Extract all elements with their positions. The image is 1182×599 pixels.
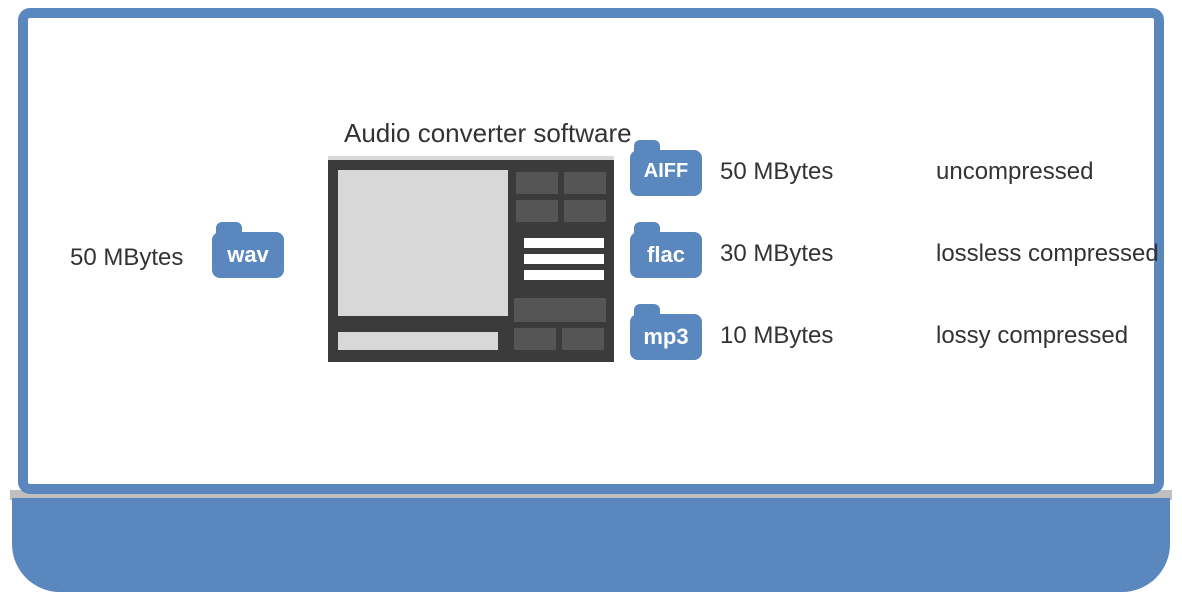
- monitor-screen: Audio converter software 50 MBytes wav A…: [18, 8, 1164, 494]
- output-size-mp3: 10 MBytes: [720, 322, 833, 350]
- output-format-mp3: mp3: [630, 324, 702, 350]
- input-folder-icon: wav: [212, 222, 284, 278]
- output-folder-aiff-icon: AIFF: [630, 140, 702, 196]
- output-compression-mp3: lossy compressed: [936, 322, 1128, 350]
- output-folder-mp3-icon: mp3: [630, 304, 702, 360]
- input-size: 50 MBytes: [70, 244, 183, 272]
- output-format-flac: flac: [630, 242, 702, 268]
- diagram-title: Audio converter software: [344, 118, 632, 149]
- output-compression-aiff: uncompressed: [936, 158, 1093, 186]
- output-folder-flac-icon: flac: [630, 222, 702, 278]
- output-compression-flac: lossless compressed: [936, 240, 1159, 268]
- converter-software-icon: [328, 156, 614, 362]
- diagram-canvas: Audio converter software 50 MBytes wav A…: [66, 46, 1172, 494]
- input-format-label: wav: [212, 242, 284, 268]
- output-size-aiff: 50 MBytes: [720, 158, 833, 186]
- monitor-stand: [12, 498, 1170, 592]
- output-format-aiff: AIFF: [630, 160, 702, 183]
- output-size-flac: 30 MBytes: [720, 240, 833, 268]
